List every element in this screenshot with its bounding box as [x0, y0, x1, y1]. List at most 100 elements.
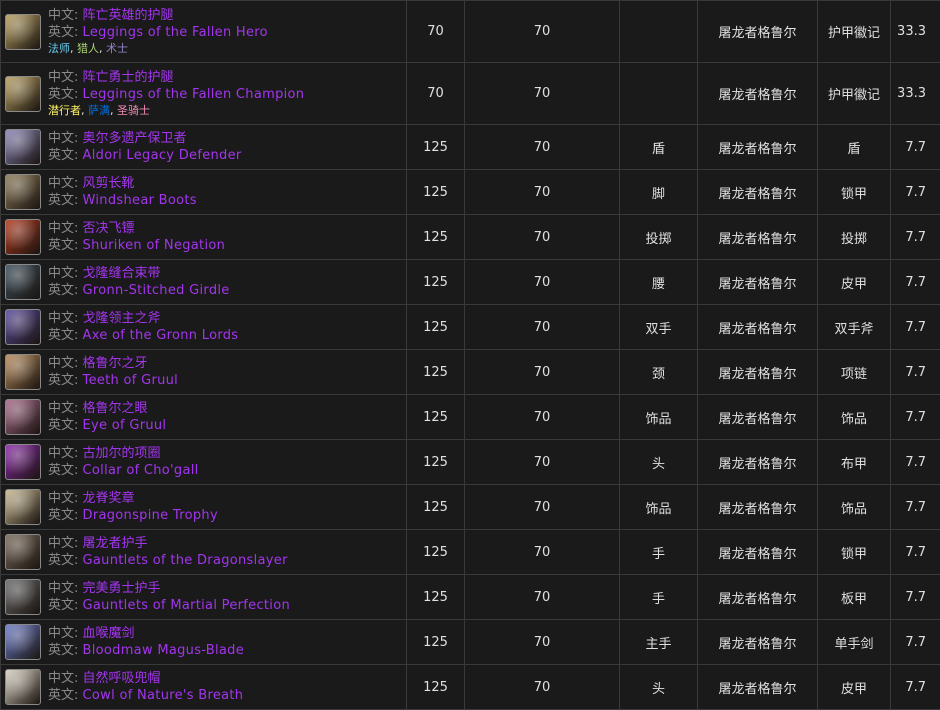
slot-cell: 头: [620, 440, 698, 485]
en-label: 英文:: [48, 328, 78, 343]
en-label: 英文:: [48, 193, 78, 208]
item-type-cell: 锁甲: [818, 170, 891, 215]
item-name-cn-link[interactable]: 风剪长靴: [83, 176, 135, 191]
item-name-cn-link[interactable]: 完美勇士护手: [83, 581, 161, 596]
item-name-en-link[interactable]: Dragonspine Trophy: [83, 508, 218, 523]
table-row[interactable]: 中文: 阵亡勇士的护腿 英文: Leggings of the Fallen C…: [1, 63, 940, 125]
item-name-en-link[interactable]: Cowl of Nature's Breath: [83, 688, 244, 703]
cowl-icon[interactable]: [5, 669, 41, 705]
item-name-en-link[interactable]: Shuriken of Negation: [83, 238, 226, 253]
item-name-cn-link[interactable]: 屠龙者护手: [83, 536, 148, 551]
item-name-cn-link[interactable]: 奥尔多遗产保卫者: [83, 131, 187, 146]
item-name-cn-line: 中文: 戈隆领主之斧: [48, 310, 238, 327]
item-name-cn-link[interactable]: 格鲁尔之牙: [83, 356, 148, 371]
teeth-icon[interactable]: [5, 354, 41, 390]
item-type-cell: 锁甲: [818, 530, 891, 575]
item-name-cn-link[interactable]: 戈隆缝合束带: [83, 266, 161, 281]
item-name-en-link[interactable]: Gauntlets of Martial Perfection: [83, 598, 290, 613]
item-type-cell: 布甲: [818, 440, 891, 485]
item-name-cn-link[interactable]: 古加尔的项圈: [83, 446, 161, 461]
item-name-en-link[interactable]: Bloodmaw Magus-Blade: [83, 643, 245, 658]
boots-icon[interactable]: [5, 174, 41, 210]
item-name-en-link[interactable]: Windshear Boots: [83, 193, 197, 208]
table-row[interactable]: 中文: 否决飞镖 英文: Shuriken of Negation 125 70…: [1, 215, 940, 260]
item-name-cn-link[interactable]: 自然呼吸兜帽: [83, 671, 161, 686]
collar-icon[interactable]: [5, 444, 41, 480]
item-type-cell: 护甲徽记: [818, 1, 891, 63]
slot-cell: 盾: [620, 125, 698, 170]
class-link[interactable]: 猎人: [77, 42, 99, 55]
leggings-icon[interactable]: [5, 14, 41, 50]
item-level-cell: 70: [407, 63, 465, 125]
required-level-cell: 70: [465, 395, 620, 440]
item-name-en-link[interactable]: Axe of the Gronn Lords: [83, 328, 239, 343]
table-row[interactable]: 中文: 完美勇士护手 英文: Gauntlets of Martial Perf…: [1, 575, 940, 620]
boss-cell: 屠龙者格鲁尔: [698, 215, 818, 260]
class-link[interactable]: 圣骑士: [117, 104, 150, 117]
axe-icon[interactable]: [5, 309, 41, 345]
required-level-cell: 70: [465, 530, 620, 575]
cn-label: 中文:: [48, 671, 78, 686]
en-label: 英文:: [48, 373, 78, 388]
item-name-en-link[interactable]: Teeth of Gruul: [83, 373, 179, 388]
table-row[interactable]: 中文: 龙脊奖章 英文: Dragonspine Trophy 125 70 饰…: [1, 485, 940, 530]
item-name-cn-link[interactable]: 血喉魔剑: [83, 626, 135, 641]
item-name-cn-link[interactable]: 阵亡英雄的护腿: [83, 8, 174, 23]
cn-label: 中文:: [48, 446, 78, 461]
table-row[interactable]: 中文: 风剪长靴 英文: Windshear Boots 125 70 脚 屠龙…: [1, 170, 940, 215]
table-row[interactable]: 中文: 血喉魔剑 英文: Bloodmaw Magus-Blade 125 70…: [1, 620, 940, 665]
shield-icon[interactable]: [5, 129, 41, 165]
item-name-cn-link[interactable]: 格鲁尔之眼: [83, 401, 148, 416]
item-name-cn-link[interactable]: 阵亡勇士的护腿: [83, 70, 174, 85]
leggings-icon[interactable]: [5, 76, 41, 112]
table-row[interactable]: 中文: 戈隆领主之斧 英文: Axe of the Gronn Lords 12…: [1, 305, 940, 350]
table-row[interactable]: 中文: 古加尔的项圈 英文: Collar of Cho'gall 125 70…: [1, 440, 940, 485]
item-name-en-link[interactable]: Eye of Gruul: [83, 418, 167, 433]
trophy-icon[interactable]: [5, 489, 41, 525]
gauntlet-icon[interactable]: [5, 534, 41, 570]
table-row[interactable]: 中文: 阵亡英雄的护腿 英文: Leggings of the Fallen H…: [1, 1, 940, 63]
drop-rate-cell: 7.7: [891, 215, 940, 260]
item-name-en-link[interactable]: Leggings of the Fallen Hero: [83, 25, 268, 40]
en-label: 英文:: [48, 598, 78, 613]
drop-rate-cell: 7.7: [891, 350, 940, 395]
class-link[interactable]: 术士: [106, 42, 128, 55]
loot-table: 中文: 阵亡英雄的护腿 英文: Leggings of the Fallen H…: [0, 0, 940, 710]
item-name-cn-link[interactable]: 否决飞镖: [83, 221, 135, 236]
item-name-cn-link[interactable]: 龙脊奖章: [83, 491, 135, 506]
item-name-en-link[interactable]: Gronn-Stitched Girdle: [83, 283, 230, 298]
slot-cell: 双手: [620, 305, 698, 350]
table-row[interactable]: 中文: 格鲁尔之眼 英文: Eye of Gruul 125 70 饰品 屠龙者…: [1, 395, 940, 440]
item-name-en-link[interactable]: Gauntlets of the Dragonslayer: [83, 553, 288, 568]
table-row[interactable]: 中文: 格鲁尔之牙 英文: Teeth of Gruul 125 70 颈 屠龙…: [1, 350, 940, 395]
item-name-en-link[interactable]: Collar of Cho'gall: [83, 463, 199, 478]
gauntlet-icon[interactable]: [5, 579, 41, 615]
cn-label: 中文:: [48, 491, 78, 506]
table-row[interactable]: 中文: 自然呼吸兜帽 英文: Cowl of Nature's Breath 1…: [1, 665, 940, 710]
cn-label: 中文:: [48, 8, 78, 23]
item-level-cell: 125: [407, 305, 465, 350]
table-row[interactable]: 中文: 奥尔多遗产保卫者 英文: Aldori Legacy Defender …: [1, 125, 940, 170]
item-name-cn-line: 中文: 格鲁尔之眼: [48, 400, 166, 417]
class-link[interactable]: 萨满: [88, 104, 110, 117]
shuriken-icon[interactable]: [5, 219, 41, 255]
eye-icon[interactable]: [5, 399, 41, 435]
table-row[interactable]: 中文: 屠龙者护手 英文: Gauntlets of the Dragonsla…: [1, 530, 940, 575]
required-level-cell: 70: [465, 63, 620, 125]
item-name-en-link[interactable]: Aldori Legacy Defender: [83, 148, 242, 163]
slot-cell: 饰品: [620, 485, 698, 530]
belt-icon[interactable]: [5, 264, 41, 300]
table-row[interactable]: 中文: 戈隆缝合束带 英文: Gronn-Stitched Girdle 125…: [1, 260, 940, 305]
item-name-cell: 中文: 格鲁尔之眼 英文: Eye of Gruul: [1, 395, 407, 440]
required-level-cell: 70: [465, 485, 620, 530]
slot-cell: 头: [620, 665, 698, 710]
sword-icon[interactable]: [5, 624, 41, 660]
slot-cell: 手: [620, 530, 698, 575]
item-name-cn-link[interactable]: 戈隆领主之斧: [83, 311, 161, 326]
item-name-en-link[interactable]: Leggings of the Fallen Champion: [83, 87, 305, 102]
required-level-cell: 70: [465, 575, 620, 620]
class-link[interactable]: 法师: [48, 42, 70, 55]
item-level-cell: 125: [407, 260, 465, 305]
class-link[interactable]: 潜行者: [48, 104, 81, 117]
drop-rate-cell: 7.7: [891, 170, 940, 215]
